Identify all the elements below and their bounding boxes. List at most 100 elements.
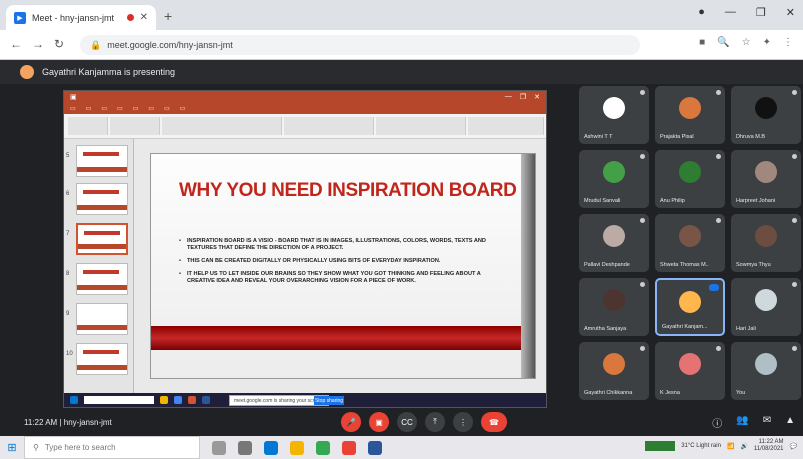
- clock-time: 11:22 AM: [758, 439, 784, 445]
- ribbon-group-editing: [468, 117, 544, 135]
- avatar: [679, 161, 701, 183]
- thumb-number: 10: [66, 351, 73, 357]
- close-tab-icon[interactable]: ✕: [140, 12, 148, 23]
- participant-tile[interactable]: Ashwini T T: [579, 86, 649, 144]
- avatar: [603, 289, 625, 311]
- chrome-icon[interactable]: [316, 440, 330, 455]
- mic-off-button[interactable]: 🎤: [341, 412, 361, 432]
- avatar: [603, 353, 625, 375]
- system-tray: 31°C Light rain 📶 🔊 11:22 AM 11/08/2021 …: [645, 439, 797, 453]
- participant-name: Dhruva M.B: [736, 134, 766, 140]
- recording-indicator-icon: [126, 14, 134, 21]
- tab-meet[interactable]: ▶ Meet - hny-jansn-jmt ✕: [6, 5, 156, 30]
- maximize-button[interactable]: ❐: [756, 6, 766, 19]
- participant-tile[interactable]: Harpreet Johani: [731, 150, 801, 208]
- notification-icon[interactable]: 💬: [790, 443, 797, 450]
- task-view-icon[interactable]: [212, 440, 226, 455]
- profile-icon[interactable]: ●: [698, 6, 705, 19]
- meeting-code: hny-jansn-jmt: [63, 418, 112, 427]
- participant-name: Anu Philip: [660, 198, 685, 204]
- participant-tile[interactable]: Amrutha Sanjaya: [579, 278, 649, 336]
- end-call-button[interactable]: ☎: [481, 412, 507, 432]
- participant-tile[interactable]: K Jesna: [655, 342, 725, 400]
- info-icon[interactable]: ⓘ: [712, 415, 722, 430]
- meeting-time-and-code: 11:22 AM | hny-jansn-jmt: [24, 418, 112, 427]
- bookmark-star-icon[interactable]: ☆: [742, 37, 751, 48]
- participant-tile[interactable]: Dhruva M.B: [731, 86, 801, 144]
- slide-edge-shadow: [521, 154, 535, 378]
- slide-bullet: IT HELP US TO LET INSIDE OUR BRAINS SO T…: [179, 271, 499, 285]
- participant-name: Harpreet Johani: [736, 198, 776, 204]
- back-icon[interactable]: ←: [10, 37, 22, 51]
- participant-tile[interactable]: Hari Jali: [731, 278, 801, 336]
- extension-puzzle-icon[interactable]: ✦: [763, 37, 771, 48]
- widgets-icon[interactable]: [238, 440, 252, 455]
- powerpoint-titlebar: ▣ — ❐ ✕: [64, 91, 546, 103]
- side-controls: ⓘ 👥 ✉ ▲: [712, 415, 795, 430]
- avatar: [679, 353, 701, 375]
- present-button[interactable]: ⤒: [425, 412, 445, 432]
- windows-start-icon[interactable]: ⊞: [0, 441, 24, 454]
- reload-icon[interactable]: ↻: [54, 37, 64, 51]
- participant-tile[interactable]: Mrudul Sanvali: [579, 150, 649, 208]
- chat-icon[interactable]: ✉: [763, 415, 771, 430]
- people-icon[interactable]: 👥: [736, 415, 748, 430]
- new-tab-button[interactable]: +: [164, 8, 172, 24]
- file-explorer-icon[interactable]: [290, 440, 304, 455]
- current-slide: WHY YOU NEED INSPIRATION BOARD INSPIRATI…: [150, 153, 536, 379]
- thumb-number: 8: [66, 271, 70, 277]
- participant-name: Amrutha Sanjaya: [584, 326, 627, 332]
- search-icon: ⚲: [33, 443, 39, 452]
- thumb-number: 6: [66, 191, 70, 197]
- url-field[interactable]: 🔒 meet.google.com/hny-jansn-jmt: [80, 35, 640, 55]
- activities-icon[interactable]: ▲: [785, 415, 795, 430]
- slide-bullet: THIS CAN BE CREATED DIGITALLY OR PHYSICA…: [179, 258, 499, 265]
- meet-control-bar: 11:22 AM | hny-jansn-jmt 🎤 ▣ CC ⤒ ⋮ ☎ ⓘ …: [0, 410, 803, 436]
- taskbar-clock[interactable]: 11:22 AM 11/08/2021: [754, 439, 784, 453]
- volume-icon[interactable]: 🔊: [740, 443, 747, 450]
- slide-thumbnail-pane: 5 6 7 8 9 10: [64, 139, 134, 395]
- weather-widget-icon[interactable]: [645, 441, 676, 451]
- participant-tile[interactable]: Pallavi Deshpande: [579, 214, 649, 272]
- taskbar-search-box[interactable]: ⚲ Type here to search: [24, 436, 200, 459]
- windows-taskbar: ⊞ ⚲ Type here to search 31°C Light rain …: [0, 436, 803, 459]
- browser-tab-strip: ▶ Meet - hny-jansn-jmt ✕ + ● — ❐ ✕: [0, 0, 803, 30]
- mail-icon[interactable]: [368, 440, 382, 455]
- avatar: [603, 161, 625, 183]
- address-bar-row: ← → ↻ 🔒 meet.google.com/hny-jansn-jmt ■ …: [0, 30, 803, 60]
- captions-button[interactable]: CC: [397, 412, 417, 432]
- participant-name: Pallavi Deshpande: [584, 262, 630, 268]
- tab-title: Meet - hny-jansn-jmt: [32, 12, 115, 23]
- stop-sharing-button: Stop sharing: [314, 396, 344, 405]
- menu-dots-icon[interactable]: ⋮: [783, 37, 793, 48]
- ribbon-group-drawing: [376, 117, 466, 135]
- participant-tile[interactable]: Prajakta Pisal: [655, 86, 725, 144]
- participant-name: Gayathri Kanjam...: [662, 324, 708, 330]
- avatar: [755, 161, 777, 183]
- edge-icon[interactable]: [264, 440, 278, 455]
- participant-tile-self[interactable]: You: [731, 342, 801, 400]
- shared-screen: ▣ — ❐ ✕ ▭ ▭ ▭ ▭ ▭ ▭ ▭ ▭ 5 6 7 8 9 10 WHY…: [63, 90, 547, 408]
- slide-thumbnail-selected: [76, 223, 128, 255]
- minimize-button[interactable]: —: [725, 6, 736, 19]
- shared-word-icon: [202, 396, 210, 404]
- meet-stage: Gayathri Kanjamma is presenting ▣ — ❐ ✕ …: [0, 60, 803, 410]
- participant-tile[interactable]: Sowmya Thyu: [731, 214, 801, 272]
- participant-tile[interactable]: Shweta Thomas M..: [655, 214, 725, 272]
- slide-thumbnail: [76, 343, 128, 375]
- participant-tile[interactable]: Anu Philip: [655, 150, 725, 208]
- participant-name: Mrudul Sanvali: [584, 198, 621, 204]
- ribbon-tabs: ▭ ▭ ▭ ▭ ▭ ▭ ▭ ▭: [64, 103, 546, 114]
- url-text: meet.google.com/hny-jansn-jmt: [107, 40, 233, 50]
- camera-icon[interactable]: ■: [699, 37, 705, 48]
- more-options-button[interactable]: ⋮: [453, 412, 473, 432]
- participant-tile[interactable]: Gayathri Chikkanna: [579, 342, 649, 400]
- close-window-button[interactable]: ✕: [786, 6, 795, 19]
- store-icon[interactable]: [342, 440, 356, 455]
- zoom-icon[interactable]: 🔍: [717, 37, 729, 48]
- avatar: [679, 225, 701, 247]
- participant-tile-speaking[interactable]: Gayathri Kanjam...: [655, 278, 725, 336]
- camera-off-button[interactable]: ▣: [369, 412, 389, 432]
- forward-icon[interactable]: →: [32, 37, 44, 51]
- network-icon[interactable]: 📶: [727, 443, 734, 450]
